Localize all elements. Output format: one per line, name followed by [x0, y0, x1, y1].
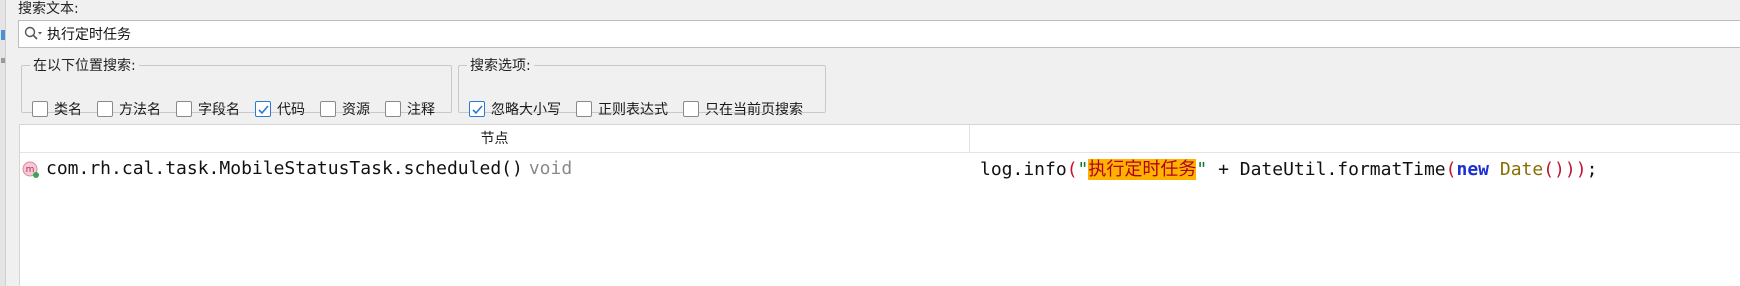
search-input[interactable] [47, 21, 1647, 47]
search-text-label: 搜索文本: [18, 1, 79, 17]
code-token: ())) [1543, 159, 1587, 180]
checkbox-box[interactable] [176, 101, 192, 117]
checkbox-box[interactable] [576, 101, 592, 117]
checkbox-field-name[interactable]: 字段名 [176, 99, 240, 119]
checkbox-box[interactable] [320, 101, 336, 117]
checkbox-box[interactable] [32, 101, 48, 117]
table-row[interactable]: m com.rh.cal.task.MobileStatusTask.sched… [20, 155, 1740, 183]
checkbox-comment[interactable]: 注释 [385, 99, 435, 119]
checkbox-method-name[interactable]: 方法名 [97, 99, 161, 119]
code-token: ( [1066, 159, 1078, 180]
results-header: 节点 [20, 125, 1740, 153]
checkbox-box[interactable] [469, 101, 485, 117]
method-icon: m [22, 161, 40, 179]
search-options-group: 搜索选项: 忽略大小写 正则表达式 只在当前页搜索 [458, 55, 826, 118]
code-token: ; [1586, 159, 1598, 180]
result-node: com.rh.cal.task.MobileStatusTask.schedul… [46, 158, 572, 179]
search-icon[interactable] [19, 21, 47, 47]
search-match-highlight: 执行定时任务 [1088, 159, 1197, 180]
left-panel-edge [0, 0, 6, 286]
checkbox-box[interactable] [683, 101, 699, 117]
code-token: log.info [980, 159, 1067, 180]
checkbox-box[interactable] [97, 101, 113, 117]
code-token: " [1196, 159, 1208, 180]
checkbox-regex[interactable]: 正则表达式 [576, 99, 668, 119]
column-header-node[interactable]: 节点 [20, 125, 970, 153]
code-token: + DateUtil.formatTime [1207, 159, 1446, 180]
checkbox-code[interactable]: 代码 [255, 99, 305, 119]
code-token: Date [1499, 159, 1544, 180]
checkbox-current-page-only[interactable]: 只在当前页搜索 [683, 99, 803, 119]
results-table: 节点 m com.rh.cal.task.MobileStatusTask.sc… [19, 124, 1740, 286]
panel-marker-small-icon [1, 58, 5, 63]
code-token: new [1456, 159, 1490, 180]
result-node-signature: com.rh.cal.task.MobileStatusTask.schedul… [46, 158, 523, 179]
svg-text:m: m [26, 165, 35, 175]
search-options-legend: 搜索选项: [470, 58, 531, 74]
checkbox-box[interactable] [255, 101, 271, 117]
check-icon [258, 105, 269, 115]
code-token: " [1077, 159, 1089, 180]
checkbox-resource[interactable]: 资源 [320, 99, 370, 119]
search-field[interactable] [18, 20, 1740, 48]
result-node-return-type: void [528, 158, 573, 179]
checkbox-class-name[interactable]: 类名 [32, 99, 82, 119]
checkbox-ignore-case[interactable]: 忽略大小写 [469, 99, 561, 119]
result-code-snippet: log.info("执行定时任务" + DateUtil.formatTime(… [980, 155, 1597, 181]
checkbox-box[interactable] [385, 101, 401, 117]
search-location-group: 在以下位置搜索: 类名 方法名 字段名 代码 资源 注释 [21, 55, 452, 118]
panel-marker-icon [1, 30, 5, 40]
search-dialog: 搜索文本: 在以下位置搜索: 类名 方法名 字段名 [0, 0, 1740, 286]
code-token: ( [1445, 159, 1457, 180]
search-location-legend: 在以下位置搜索: [33, 58, 136, 74]
check-icon [472, 105, 483, 115]
